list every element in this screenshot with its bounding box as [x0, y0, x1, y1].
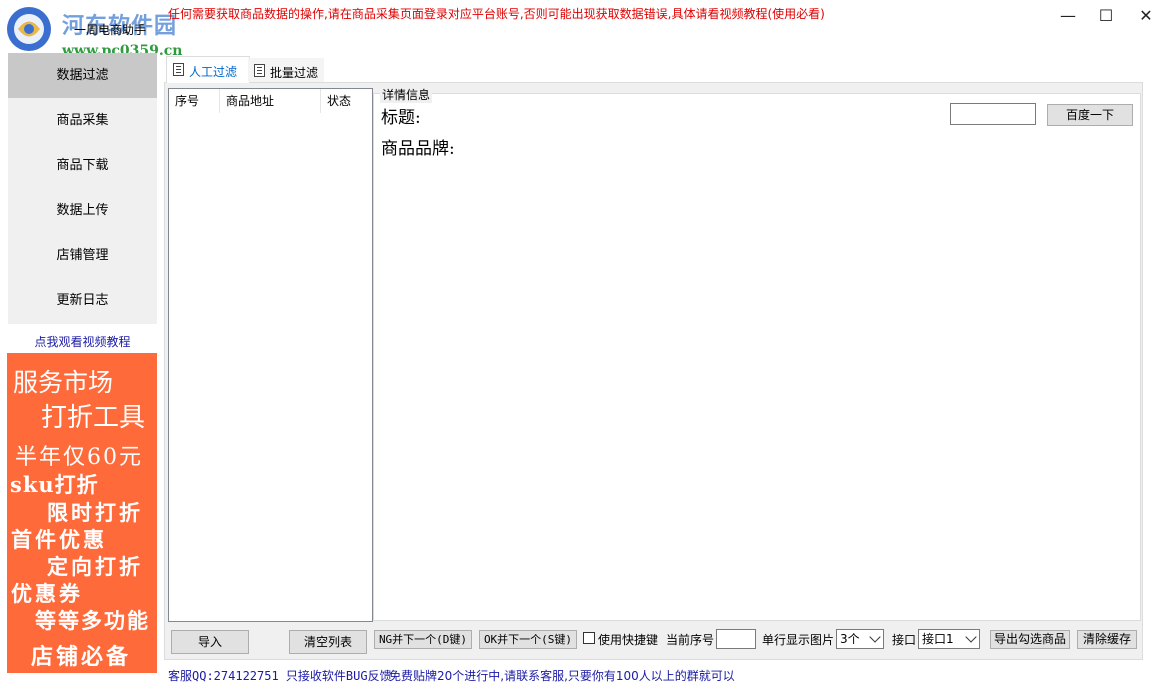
- sidebar-item-product-download[interactable]: 商品下载: [8, 143, 157, 188]
- shortcut-checkbox[interactable]: [583, 632, 595, 644]
- promo-line: 等等多功能: [35, 608, 150, 633]
- promo-line: 服务市场: [13, 368, 114, 397]
- clear-list-button[interactable]: 清空列表: [289, 630, 367, 654]
- brand-label: 商品品牌:: [381, 139, 455, 159]
- close-button[interactable]: ✕: [1128, 2, 1163, 30]
- document-icon: [173, 63, 184, 76]
- column-header-status[interactable]: 状态: [321, 89, 371, 113]
- per-row-value: 3个: [840, 632, 860, 646]
- search-input[interactable]: [950, 103, 1036, 125]
- maximize-button[interactable]: ☐: [1088, 2, 1124, 30]
- details-panel: [373, 93, 1141, 621]
- baidu-search-button[interactable]: 百度一下: [1047, 104, 1133, 126]
- promo-line: 优惠券: [11, 581, 83, 606]
- promo-line: 定向打折: [47, 554, 143, 579]
- chevron-down-icon: [965, 631, 977, 643]
- notice-text: 任何需要获取商品数据的操作,请在商品采集页面登录对应平台账号,否则可能出现获取数…: [168, 7, 825, 21]
- minimize-button[interactable]: —: [1050, 2, 1086, 30]
- promo-line: 店铺必备: [31, 644, 132, 670]
- sidebar-item-update-log[interactable]: 更新日志: [8, 278, 157, 323]
- sidebar-item-data-filter[interactable]: 数据过滤: [8, 53, 157, 98]
- support-text: 客服QQ:274122751 只接收软件BUG反馈: [168, 669, 392, 683]
- product-list[interactable]: 序号 商品地址 状态: [168, 88, 373, 622]
- clear-cache-button[interactable]: 清除缓存: [1077, 630, 1137, 649]
- current-index-label: 当前序号: [666, 633, 715, 647]
- promo-line: 打折工具: [41, 403, 146, 433]
- column-header-url[interactable]: 商品地址: [220, 89, 321, 113]
- tab-batch-filter[interactable]: 批量过滤: [248, 58, 324, 82]
- video-tutorial-link[interactable]: 点我观看视频教程: [8, 333, 157, 350]
- sidebar-item-shop-manage[interactable]: 店铺管理: [8, 233, 157, 278]
- chevron-down-icon: [869, 631, 881, 643]
- window-title: 一周电商助手: [74, 23, 147, 37]
- promo-banner[interactable]: 服务市场 打折工具 半年仅60元 sku打折 限时打折 首件优惠 定向打折 优惠…: [7, 353, 157, 673]
- per-row-label: 单行显示图片: [762, 633, 835, 647]
- promo-line: 限时打折: [47, 500, 143, 525]
- ok-next-button[interactable]: OK并下一个(S键): [479, 630, 577, 649]
- api-select[interactable]: 接口1: [918, 629, 980, 649]
- per-row-select[interactable]: 3个: [836, 629, 884, 649]
- sidebar-item-data-upload[interactable]: 数据上传: [8, 188, 157, 233]
- export-checked-button[interactable]: 导出勾选商品: [990, 630, 1070, 649]
- app-logo-icon: [7, 7, 51, 51]
- api-label: 接口: [892, 633, 917, 647]
- shortcut-label: 使用快捷键: [598, 633, 659, 647]
- tab-manual-filter[interactable]: 人工过滤: [166, 56, 250, 83]
- import-button[interactable]: 导入: [171, 630, 249, 654]
- document-icon: [254, 64, 265, 77]
- promo-line: 首件优惠: [11, 527, 107, 552]
- status-promo-text: 免费贴牌20个进行中,请联系客服,只要你有100人以上的群就可以: [389, 669, 735, 683]
- sidebar-item-product-collect[interactable]: 商品采集: [8, 98, 157, 143]
- tab-label: 人工过滤: [189, 65, 238, 79]
- title-label: 标题:: [381, 108, 421, 128]
- api-value: 接口1: [922, 632, 954, 646]
- sidebar: 数据过滤 商品采集 商品下载 数据上传 店铺管理 更新日志: [8, 53, 157, 324]
- promo-line: sku打折: [10, 472, 99, 497]
- ng-next-button[interactable]: NG并下一个(D键): [374, 630, 472, 649]
- details-legend: 详情信息: [380, 86, 433, 103]
- column-header-index[interactable]: 序号: [169, 89, 220, 113]
- current-index-input[interactable]: [716, 629, 756, 649]
- promo-line: 半年仅60元: [15, 445, 143, 470]
- tab-label: 批量过滤: [270, 66, 319, 80]
